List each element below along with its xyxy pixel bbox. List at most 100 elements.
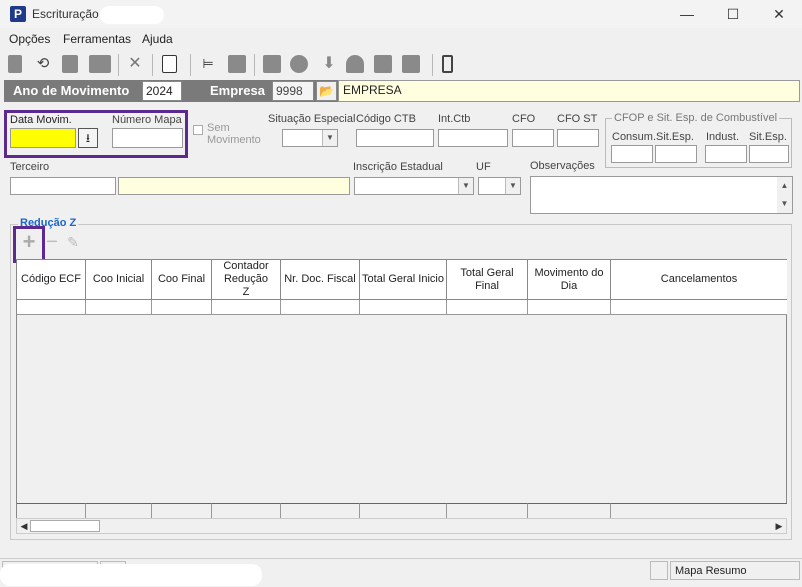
exit-door-icon[interactable] — [442, 55, 453, 73]
empresa-name-text: EMPRESA — [343, 83, 402, 97]
table-cell[interactable] — [86, 300, 152, 315]
footer-cell — [528, 503, 611, 519]
col-nr-doc-fiscal[interactable]: Nr. Doc. Fiscal — [281, 260, 360, 300]
uf-select[interactable]: ▼ — [478, 177, 521, 195]
tree-icon[interactable]: ⊨ — [199, 55, 217, 73]
remove-icon[interactable]: − — [43, 230, 61, 254]
horizontal-scrollbar[interactable] — [16, 518, 787, 534]
status-mapa-resumo: Mapa Resumo — [670, 561, 800, 580]
table-cell[interactable] — [152, 300, 212, 315]
copy-icon[interactable] — [228, 55, 246, 73]
sit-esp-consum-field[interactable] — [655, 145, 697, 163]
open-folder-icon[interactable]: 📂 — [316, 81, 337, 101]
table-cell[interactable] — [212, 300, 281, 315]
toolbar-separator — [118, 54, 119, 76]
table-cell[interactable] — [281, 300, 360, 315]
menu-ferramentas[interactable]: Ferramentas — [63, 32, 131, 46]
inscricao-select[interactable]: ▼ — [354, 177, 474, 195]
edit-pencil-icon[interactable]: ✎ — [64, 232, 82, 252]
sem-movimento-label-1: Sem — [207, 122, 230, 134]
col-contador-reducao-z[interactable]: Contador Redução Z — [212, 260, 281, 300]
title-redacted — [100, 6, 164, 24]
col-coo-inicial[interactable]: Coo Inicial — [86, 260, 152, 300]
chevron-down-icon[interactable]: ▼ — [458, 178, 473, 194]
table-cell[interactable] — [611, 300, 787, 315]
scroll-left-icon[interactable]: ◀ — [18, 520, 30, 532]
codigo-ctb-field[interactable] — [356, 129, 434, 147]
table-cell[interactable] — [17, 300, 86, 315]
numero-mapa-label: Número Mapa — [112, 114, 182, 126]
footer-cell — [152, 503, 212, 519]
cfop-group-label: CFOP e Sit. Esp. de Combustível — [612, 112, 780, 124]
minimize-button[interactable]: — — [664, 2, 710, 26]
footer-cell — [17, 503, 86, 519]
folder-icon[interactable] — [263, 55, 281, 73]
chevron-down-icon[interactable]: ▼ — [322, 130, 337, 146]
sit-esp-label-1: Sit.Esp. — [656, 131, 694, 143]
table-cell[interactable] — [360, 300, 447, 315]
col-codigo-ecf[interactable]: Código ECF — [17, 260, 86, 300]
consum-field[interactable] — [611, 145, 653, 163]
ano-label: Ano de Movimento — [13, 83, 130, 98]
close-button[interactable]: ✕ — [756, 2, 802, 26]
ano-field[interactable]: 2024 — [142, 81, 182, 101]
edit-tool-icon[interactable] — [89, 55, 111, 73]
int-ctb-field[interactable] — [438, 129, 508, 147]
col-total-geral-inicio[interactable]: Total Geral Inicio — [360, 260, 447, 300]
date-picker-button[interactable]: ⭳ — [78, 128, 98, 148]
uf-label: UF — [476, 161, 491, 173]
new-document-icon[interactable] — [8, 55, 22, 73]
chevron-down-icon[interactable]: ▼ — [505, 178, 520, 194]
data-movim-field[interactable] — [10, 128, 76, 148]
status-panel — [650, 561, 668, 580]
menu-ajuda[interactable]: Ajuda — [142, 32, 173, 46]
terceiro-code-field[interactable] — [10, 177, 116, 195]
col-movimento-do-dia[interactable]: Movimento do Dia — [528, 260, 611, 300]
observacoes-scrollbar[interactable]: ▲ ▼ — [777, 177, 792, 213]
cfo-field[interactable] — [512, 129, 554, 147]
table-cell[interactable] — [528, 300, 611, 315]
empresa-code-field[interactable]: 9998 — [272, 81, 314, 101]
sem-movimento-checkbox[interactable] — [193, 125, 203, 135]
situacao-label: Situação Especial — [268, 113, 356, 125]
tool-icon[interactable] — [290, 55, 308, 73]
add-icon[interactable]: + — [18, 230, 40, 254]
maximize-button[interactable]: ☐ — [710, 2, 756, 26]
save-icon[interactable] — [62, 55, 78, 73]
toolbar-separator — [254, 54, 255, 76]
sit-esp-indust-field[interactable] — [749, 145, 789, 163]
status-redacted — [0, 564, 262, 586]
situacao-select[interactable]: ▼ — [282, 129, 338, 147]
empresa-name-field[interactable] — [338, 80, 800, 102]
undo-icon[interactable]: ⟲ — [34, 55, 52, 73]
toolbar-separator — [190, 54, 191, 76]
scroll-thumb[interactable] — [30, 520, 100, 532]
toolbar-separator — [432, 54, 433, 76]
col-coo-final[interactable]: Coo Final — [152, 260, 212, 300]
cfo-label: CFO — [512, 113, 536, 125]
download-icon[interactable]: ⬇ — [320, 55, 338, 73]
observacoes-textarea[interactable] — [530, 176, 793, 214]
menu-opcoes[interactable]: Opções — [9, 32, 50, 46]
footer-cell — [86, 503, 152, 519]
col-total-geral-final[interactable]: Total Geral Final — [447, 260, 528, 300]
table-cell[interactable] — [447, 300, 528, 315]
toolbar-separator — [152, 54, 153, 76]
print-preview-icon[interactable] — [162, 55, 177, 73]
terceiro-label: Terceiro — [10, 161, 50, 173]
footer-cell — [360, 503, 447, 519]
grid-view-icon[interactable] — [402, 55, 420, 73]
delete-icon[interactable]: ✕ — [126, 55, 144, 73]
cfo-st-label: CFO ST — [557, 113, 598, 125]
terceiro-name-field[interactable] — [118, 177, 350, 195]
list-icon[interactable] — [374, 55, 392, 73]
footer-cell — [447, 503, 528, 519]
cloud-icon[interactable] — [346, 55, 364, 73]
indust-field[interactable] — [705, 145, 747, 163]
col-cancelamentos[interactable]: Cancelamentos — [611, 260, 787, 300]
scroll-right-icon[interactable]: ▶ — [773, 520, 785, 532]
window-title: Escrituração — [32, 7, 99, 21]
sem-movimento-label-2: Movimento — [207, 134, 261, 146]
numero-mapa-field[interactable] — [112, 128, 183, 148]
cfo-st-field[interactable] — [557, 129, 599, 147]
